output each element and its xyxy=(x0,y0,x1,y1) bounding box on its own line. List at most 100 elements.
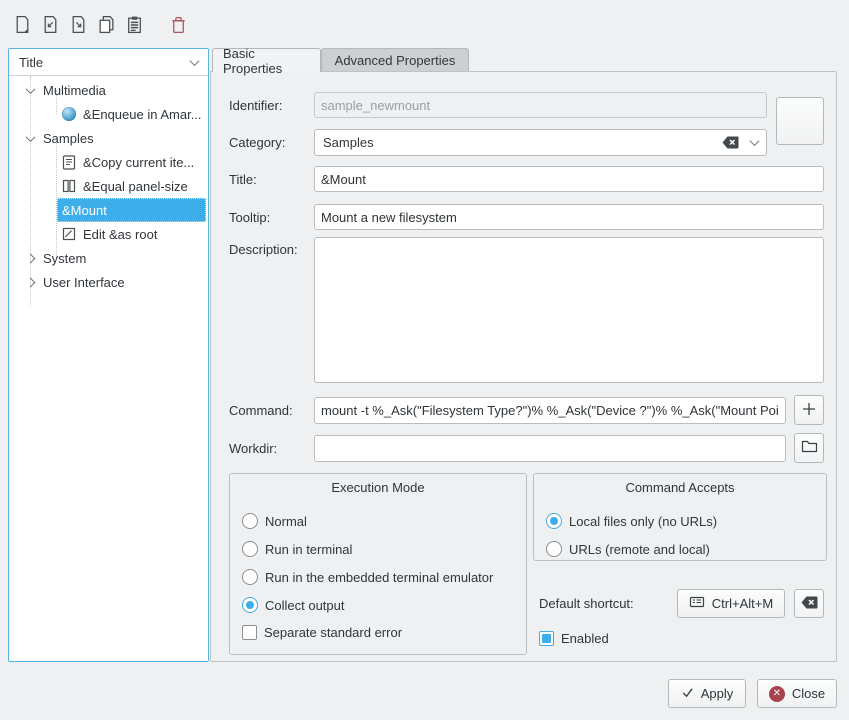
radio-urls-remote-local[interactable]: URLs (remote and local) xyxy=(546,541,710,557)
folder-icon xyxy=(801,439,818,457)
basic-properties-pane: Identifier: Category: Samples Title: Too… xyxy=(210,71,837,662)
radio-icon xyxy=(242,541,258,557)
chevron-down-icon[interactable] xyxy=(750,136,760,146)
globe-icon xyxy=(61,106,77,122)
radio-label: Normal xyxy=(265,514,307,529)
description-label: Description: xyxy=(229,242,298,257)
apply-label: Apply xyxy=(701,686,734,701)
close-label: Close xyxy=(792,686,825,701)
checkbox-separate-stderr[interactable]: Separate standard error xyxy=(242,625,402,640)
identifier-label: Identifier: xyxy=(229,98,282,113)
checkbox-enabled[interactable]: Enabled xyxy=(539,631,609,646)
apply-button[interactable]: Apply xyxy=(668,679,746,708)
title-field[interactable] xyxy=(314,166,824,192)
paste-action-button[interactable] xyxy=(120,10,148,38)
workdir-field[interactable] xyxy=(314,435,786,462)
paste-icon xyxy=(125,15,144,34)
trash-icon xyxy=(169,15,188,34)
description-field[interactable] xyxy=(314,237,824,383)
export-action-button[interactable] xyxy=(64,10,92,38)
identifier-field[interactable] xyxy=(314,92,767,118)
radio-icon xyxy=(242,569,258,585)
action-tree-panel: Title Multimedia &Enqueue in Amar... Sam… xyxy=(8,48,209,662)
document-import-icon xyxy=(41,15,60,34)
tree-item-samples[interactable]: Samples xyxy=(24,126,94,150)
tab-basic-properties[interactable]: Basic Properties xyxy=(212,48,321,72)
radio-icon xyxy=(242,513,258,529)
tree-header[interactable]: Title xyxy=(9,49,208,76)
radio-label: Run in the embedded terminal emulator xyxy=(265,570,493,585)
category-label: Category: xyxy=(229,135,285,150)
backspace-icon xyxy=(801,596,818,612)
tree-item-label: &Mount xyxy=(62,203,107,218)
default-shortcut-label: Default shortcut: xyxy=(539,596,634,611)
tree-item-label: User Interface xyxy=(43,275,125,290)
radio-icon xyxy=(546,541,562,557)
radio-local-files-only[interactable]: Local files only (no URLs) xyxy=(546,513,717,529)
note-icon xyxy=(61,154,77,170)
check-icon xyxy=(681,686,694,702)
checkbox-icon xyxy=(242,625,257,640)
tab-label: Basic Properties xyxy=(223,46,310,76)
tree-item-label: Edit &as root xyxy=(83,227,157,242)
radio-label: URLs (remote and local) xyxy=(569,542,710,557)
tree-body: Multimedia &Enqueue in Amar... Samples &… xyxy=(9,76,208,661)
radio-normal[interactable]: Normal xyxy=(242,513,307,529)
close-button[interactable]: ✕ Close xyxy=(757,679,837,708)
tree-item-label: &Equal panel-size xyxy=(83,179,188,194)
tree-item-label: System xyxy=(43,251,86,266)
tree-item-equal-panel-size[interactable]: &Equal panel-size xyxy=(61,174,188,198)
icon-picker-button[interactable] xyxy=(776,97,824,145)
radio-label: Collect output xyxy=(265,598,345,613)
chevron-right-icon[interactable] xyxy=(24,276,36,288)
plus-icon xyxy=(801,401,817,420)
clear-shortcut-button[interactable] xyxy=(794,589,824,618)
tree-item-system[interactable]: System xyxy=(24,246,86,270)
delete-action-button[interactable] xyxy=(164,10,192,38)
radio-label: Local files only (no URLs) xyxy=(569,514,717,529)
tree-item-label: &Enqueue in Amar... xyxy=(83,107,202,122)
checkbox-checked-icon xyxy=(539,631,554,646)
shortcut-value: Ctrl+Alt+M xyxy=(712,596,773,611)
tree-item-multimedia[interactable]: Multimedia xyxy=(24,78,106,102)
new-action-button[interactable] xyxy=(8,10,36,38)
tree-item-copy-current-item[interactable]: &Copy current ite... xyxy=(61,150,194,174)
radio-checked-icon xyxy=(242,597,258,613)
chevron-down-icon[interactable] xyxy=(24,84,36,96)
chevron-right-icon[interactable] xyxy=(24,252,36,264)
chevron-down-icon[interactable] xyxy=(24,132,36,144)
radio-collect-output[interactable]: Collect output xyxy=(242,597,345,613)
tree-item-edit-as-root[interactable]: Edit &as root xyxy=(61,222,157,246)
tree-header-label: Title xyxy=(19,55,191,70)
tooltip-field[interactable] xyxy=(314,204,824,230)
import-action-button[interactable] xyxy=(36,10,64,38)
radio-run-embedded-terminal[interactable]: Run in the embedded terminal emulator xyxy=(242,569,493,585)
tree-item-enqueue-in-amarok[interactable]: &Enqueue in Amar... xyxy=(61,102,202,126)
copy-action-button[interactable] xyxy=(92,10,120,38)
shortcut-button[interactable]: Ctrl+Alt+M xyxy=(677,589,785,618)
tree-item-label: Multimedia xyxy=(43,83,106,98)
tree-item-user-interface[interactable]: User Interface xyxy=(24,270,125,294)
radio-run-in-terminal[interactable]: Run in terminal xyxy=(242,541,352,557)
execution-mode-group: Execution Mode Normal Run in terminal Ru… xyxy=(229,473,527,655)
tab-advanced-properties[interactable]: Advanced Properties xyxy=(321,48,469,72)
tree-item-mount[interactable]: &Mount xyxy=(57,198,206,222)
command-field[interactable] xyxy=(314,397,786,424)
title-label: Title: xyxy=(229,172,257,187)
keyboard-icon xyxy=(689,594,705,613)
copy-icon xyxy=(97,15,116,34)
category-value: Samples xyxy=(323,135,722,150)
close-icon: ✕ xyxy=(769,686,785,702)
toolbar xyxy=(8,8,192,40)
edit-icon xyxy=(61,226,77,242)
command-accepts-group: Command Accepts Local files only (no URL… xyxy=(533,473,827,561)
add-placeholder-button[interactable] xyxy=(794,395,824,425)
radio-label: Run in terminal xyxy=(265,542,352,557)
checkbox-label: Separate standard error xyxy=(264,625,402,640)
browse-folder-button[interactable] xyxy=(794,433,824,463)
clear-text-icon[interactable] xyxy=(722,136,739,149)
document-export-icon xyxy=(69,15,88,34)
category-combobox[interactable]: Samples xyxy=(314,129,767,156)
tooltip-label: Tooltip: xyxy=(229,210,270,225)
command-label: Command: xyxy=(229,403,293,418)
